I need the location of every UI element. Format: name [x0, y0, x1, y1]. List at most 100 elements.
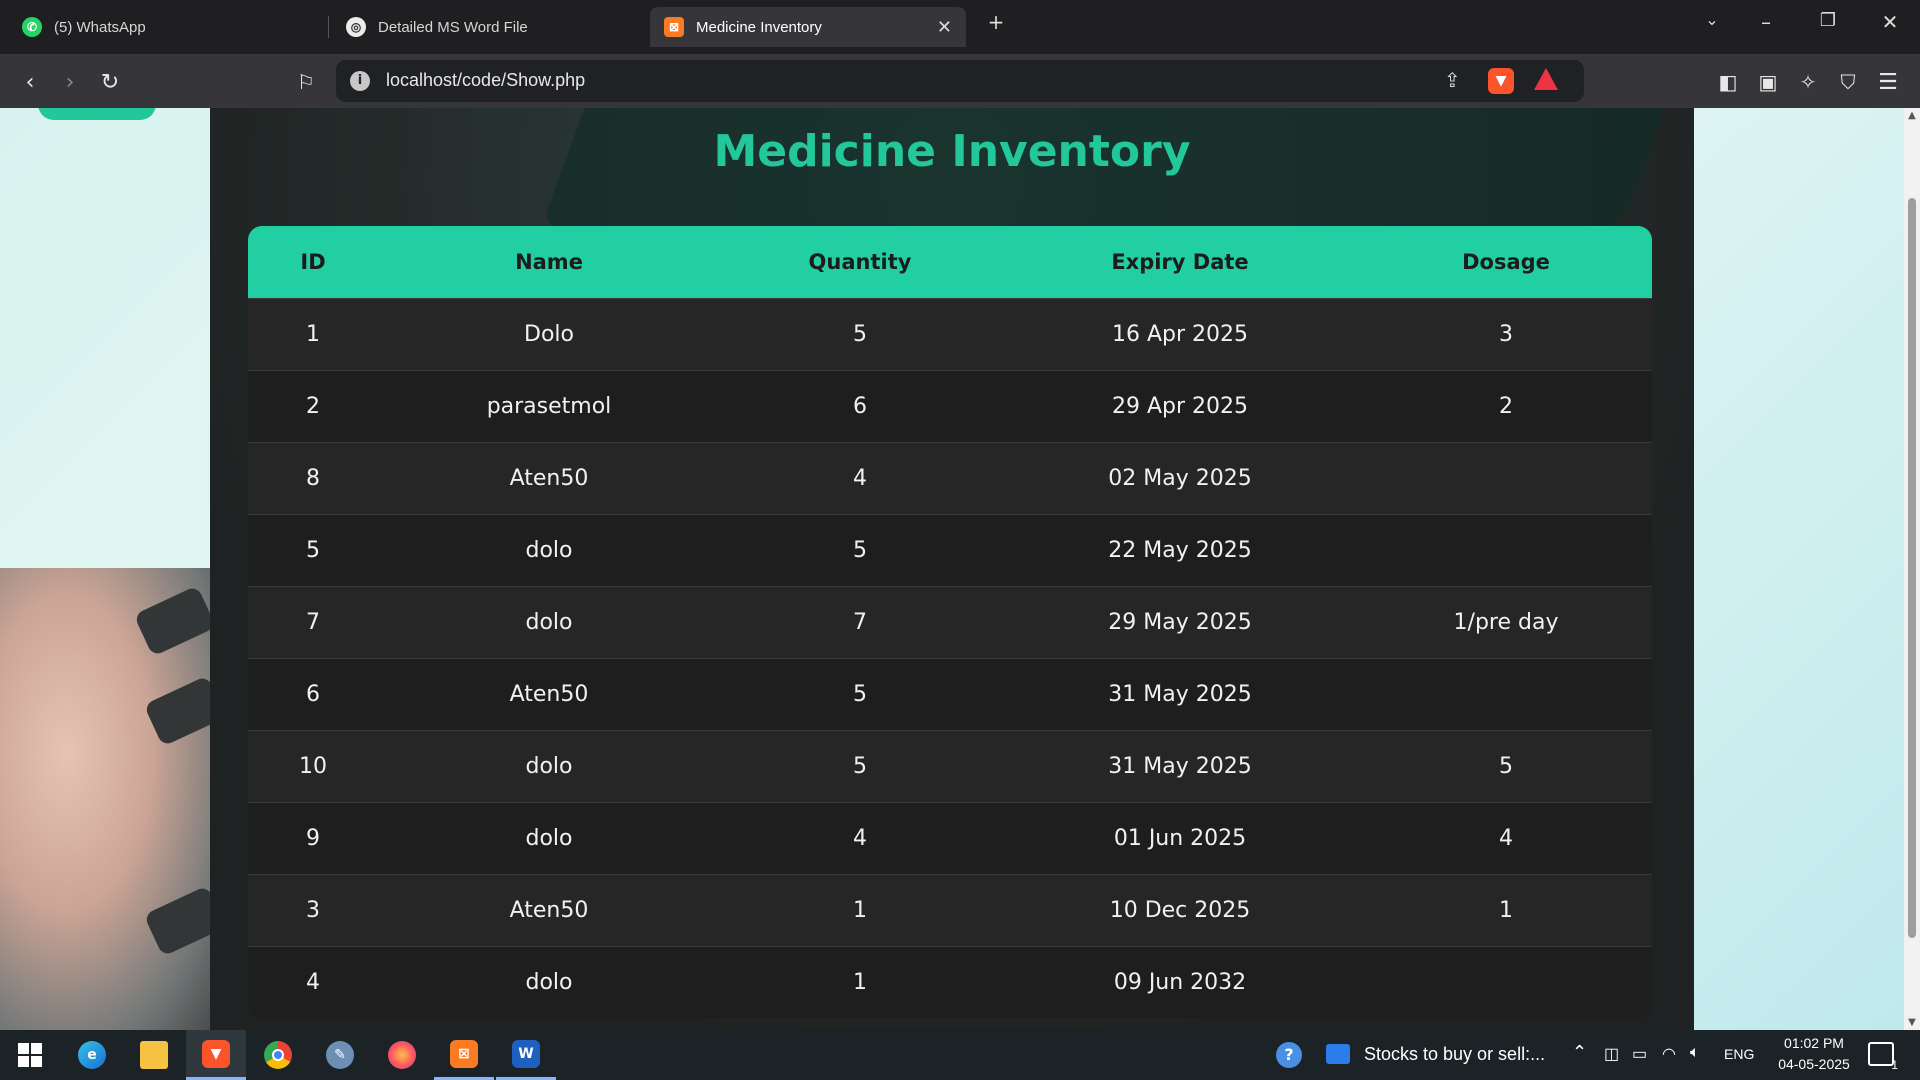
notification-count: 1: [1891, 1058, 1898, 1072]
header-dosage: Dosage: [1462, 249, 1550, 274]
scroll-down-icon[interactable]: ▼: [1907, 1017, 1917, 1028]
notification-icon[interactable]: 1: [1868, 1042, 1898, 1072]
content-panel: Medicine Inventory ID Name Quantity Expi…: [210, 108, 1694, 1030]
volume-icon[interactable]: 🔈︎: [1690, 1044, 1700, 1062]
tab-ms-word-file[interactable]: ◎ Detailed MS Word File: [332, 7, 650, 47]
cell-dosage: 1/pre day: [1453, 609, 1559, 635]
cell-expiry: 29 May 2025: [1108, 609, 1252, 635]
back-icon[interactable]: ‹: [14, 66, 46, 98]
background-hand-image: [0, 568, 227, 1030]
tab-strip: ✆ (5) WhatsApp ◎ Detailed MS Word File ⊠…: [0, 0, 1920, 54]
tab-medicine-inventory[interactable]: ⊠ Medicine Inventory ✕: [650, 7, 966, 47]
vpn-shield-icon[interactable]: ⛉: [1832, 66, 1864, 98]
windows-taskbar: e ▼ ✎ ⊠ W ? Stocks to buy or sell:... ⌃ …: [0, 1030, 1920, 1080]
share-icon[interactable]: ⇪: [1444, 68, 1461, 92]
header-id: ID: [300, 249, 326, 274]
cell-id: 7: [306, 609, 320, 635]
edge-icon: e: [78, 1041, 106, 1069]
cell-id: 9: [306, 825, 320, 851]
menu-icon[interactable]: ☰: [1872, 66, 1904, 98]
cell-name: Aten50: [509, 897, 589, 923]
help-icon[interactable]: ?: [1276, 1042, 1302, 1068]
cell-name: dolo: [525, 969, 573, 995]
restore-icon[interactable]: ❐: [1808, 10, 1848, 31]
cell-quantity: 5: [853, 537, 867, 563]
cell-quantity: 4: [853, 465, 867, 491]
scroll-up-icon[interactable]: ▲: [1907, 110, 1917, 121]
url-text[interactable]: localhost/code/Show.php: [386, 70, 585, 91]
leo-ai-icon[interactable]: ✧: [1792, 66, 1824, 98]
cell-quantity: 4: [853, 825, 867, 851]
brave-rewards-icon[interactable]: [1534, 68, 1558, 90]
taskbar-firefox[interactable]: [372, 1030, 432, 1080]
cell-quantity: 6: [853, 393, 867, 419]
scrollbar-thumb[interactable]: [1908, 198, 1916, 938]
table-row: 4 dolo 1 09 Jun 2032: [248, 946, 1652, 1018]
cell-dosage: 4: [1499, 825, 1513, 851]
address-bar[interactable]: i localhost/code/Show.php ⇪ ▼: [336, 60, 1584, 102]
chrome-icon: [264, 1041, 292, 1069]
cell-dosage: [1360, 442, 1652, 514]
windows-start-icon[interactable]: [0, 1030, 60, 1080]
close-tab-icon[interactable]: ✕: [937, 17, 952, 38]
taskbar-file-explorer[interactable]: [124, 1030, 184, 1080]
cell-id: 3: [306, 897, 320, 923]
windows-logo-icon: [18, 1043, 42, 1067]
tab-label: Medicine Inventory: [696, 18, 822, 36]
language-indicator[interactable]: ENG: [1724, 1046, 1754, 1062]
xampp-icon: ⊠: [664, 17, 684, 37]
taskbar-chrome[interactable]: [248, 1030, 308, 1080]
cell-quantity: 5: [853, 753, 867, 779]
xampp-icon: ⊠: [450, 1039, 478, 1068]
tray-overflow-chevron-icon[interactable]: ⌃: [1572, 1042, 1587, 1063]
cell-id: 8: [306, 465, 320, 491]
tab-search-chevron-icon[interactable]: ⌄: [1692, 10, 1732, 29]
battery-icon[interactable]: ▭: [1632, 1044, 1647, 1064]
nav-button[interactable]: [38, 108, 156, 120]
page-scrollbar[interactable]: ▲ ▼: [1904, 108, 1920, 1030]
cell-expiry: 16 Apr 2025: [1111, 321, 1249, 347]
forward-icon[interactable]: ›: [54, 66, 86, 98]
taskbar-brave[interactable]: ▼: [186, 1030, 246, 1080]
clock-time[interactable]: 01:02 PM: [1776, 1035, 1852, 1051]
cell-quantity: 1: [853, 969, 867, 995]
paint-icon: ✎: [326, 1041, 354, 1069]
page-viewport: Medicine Inventory ID Name Quantity Expi…: [0, 108, 1904, 1030]
cell-expiry: 09 Jun 2032: [1113, 969, 1247, 995]
cell-dosage: 1: [1499, 897, 1513, 923]
taskbar-paint[interactable]: ✎: [310, 1030, 370, 1080]
new-tab-icon[interactable]: +: [976, 10, 1016, 34]
clock-date[interactable]: 04-05-2025: [1770, 1056, 1858, 1072]
brave-icon: ▼: [202, 1039, 230, 1068]
taskbar-word[interactable]: W: [496, 1030, 556, 1080]
brave-shields-icon[interactable]: ▼: [1488, 68, 1514, 94]
cell-dosage: 3: [1499, 321, 1513, 347]
table-row: 7 dolo 7 29 May 2025 1/pre day: [248, 586, 1652, 658]
bookmark-icon[interactable]: ⚐: [290, 66, 322, 98]
minimize-icon[interactable]: –: [1746, 10, 1786, 34]
sidebar-icon[interactable]: ◧: [1712, 66, 1744, 98]
cell-name: dolo: [525, 537, 573, 563]
cell-name: dolo: [525, 753, 573, 779]
table-row: 10 dolo 5 31 May 2025 5: [248, 730, 1652, 802]
cell-name: dolo: [525, 825, 573, 851]
reload-icon[interactable]: ↻: [94, 66, 126, 98]
header-expiry-date: Expiry Date: [1111, 249, 1249, 274]
meet-now-icon[interactable]: ◫: [1604, 1044, 1619, 1064]
table-row: 1 Dolo 5 16 Apr 2025 3: [248, 298, 1652, 370]
cell-id: 5: [306, 537, 320, 563]
taskbar-xampp[interactable]: ⊠: [434, 1030, 494, 1080]
cell-quantity: 5: [853, 681, 867, 707]
tab-whatsapp[interactable]: ✆ (5) WhatsApp: [8, 7, 326, 47]
cell-name: Aten50: [509, 681, 589, 707]
taskbar-edge[interactable]: e: [62, 1030, 122, 1080]
news-widget-text[interactable]: Stocks to buy or sell:...: [1364, 1044, 1545, 1065]
wallet-icon[interactable]: ▣: [1752, 66, 1784, 98]
news-widget-icon[interactable]: [1326, 1044, 1350, 1064]
whatsapp-icon: ✆: [22, 17, 42, 37]
site-info-icon[interactable]: i: [350, 71, 370, 91]
wifi-icon[interactable]: ◠: [1662, 1044, 1676, 1064]
close-window-icon[interactable]: ✕: [1870, 10, 1910, 34]
cell-id: 4: [306, 969, 320, 995]
cell-id: 6: [306, 681, 320, 707]
